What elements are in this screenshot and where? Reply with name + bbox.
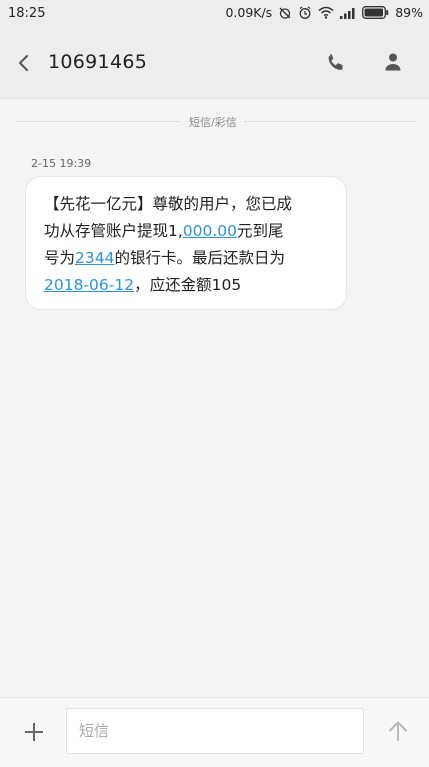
message-text: 的银行卡。最后还款日为 <box>114 249 285 267</box>
amount-link[interactable]: 000.00 <box>183 222 237 240</box>
message-body: 【先花一亿元】尊敬的用户，您已成 功从存管账户提现1,000.00元到尾 号为2… <box>44 191 344 299</box>
message-text: 功从存管账户提现1, <box>44 222 183 240</box>
message-line: 2018-06-12，应还金额105 <box>44 272 344 299</box>
message-timestamp: 2-15 19:39 <box>31 157 92 170</box>
due-date-link[interactable]: 2018-06-12 <box>44 276 134 294</box>
wifi-icon <box>318 6 334 19</box>
divider-line-right <box>245 121 415 122</box>
contact-number-title: 10691465 <box>48 51 148 73</box>
status-bar: 18:25 0.09K/s 89% <box>0 0 429 28</box>
contact-person-icon[interactable] <box>381 50 405 74</box>
divider-line-left <box>16 121 179 122</box>
message-text: 【先花一亿元】尊敬的用户，您已成 <box>44 195 293 213</box>
sms-input[interactable] <box>66 708 364 754</box>
message-line: 【先花一亿元】尊敬的用户，您已成 <box>44 191 344 218</box>
alarm-clock-icon <box>298 6 312 20</box>
conversation-header: 10691465 <box>0 28 429 99</box>
message-type-label: 短信/彩信 <box>189 116 237 129</box>
message-line: 号为2344的银行卡。最后还款日为 <box>44 245 344 272</box>
battery-icon <box>362 6 389 19</box>
message-text: 号为 <box>44 249 76 267</box>
message-text: 元到尾 <box>237 222 284 240</box>
back-arrow-icon[interactable] <box>14 50 36 76</box>
phone-call-icon[interactable] <box>324 50 348 74</box>
message-bubble[interactable]: 【先花一亿元】尊敬的用户，您已成 功从存管账户提现1,000.00元到尾 号为2… <box>25 176 347 310</box>
message-text: ，应还金额105 <box>134 276 242 294</box>
card-number-link[interactable]: 2344 <box>75 249 114 267</box>
alarm-off-icon <box>278 6 292 20</box>
message-line: 功从存管账户提现1,000.00元到尾 <box>44 218 344 245</box>
network-speed: 0.09K/s <box>225 5 273 20</box>
status-time: 18:25 <box>8 6 46 21</box>
add-attachment-icon[interactable] <box>22 720 46 744</box>
status-indicators: 0.09K/s 89% <box>225 5 423 20</box>
send-arrow-icon[interactable] <box>386 719 410 743</box>
message-type-divider: 短信/彩信 <box>16 112 415 132</box>
battery-percent: 89% <box>395 5 423 20</box>
message-composer <box>0 697 429 767</box>
cellular-signal-icon <box>340 7 356 19</box>
